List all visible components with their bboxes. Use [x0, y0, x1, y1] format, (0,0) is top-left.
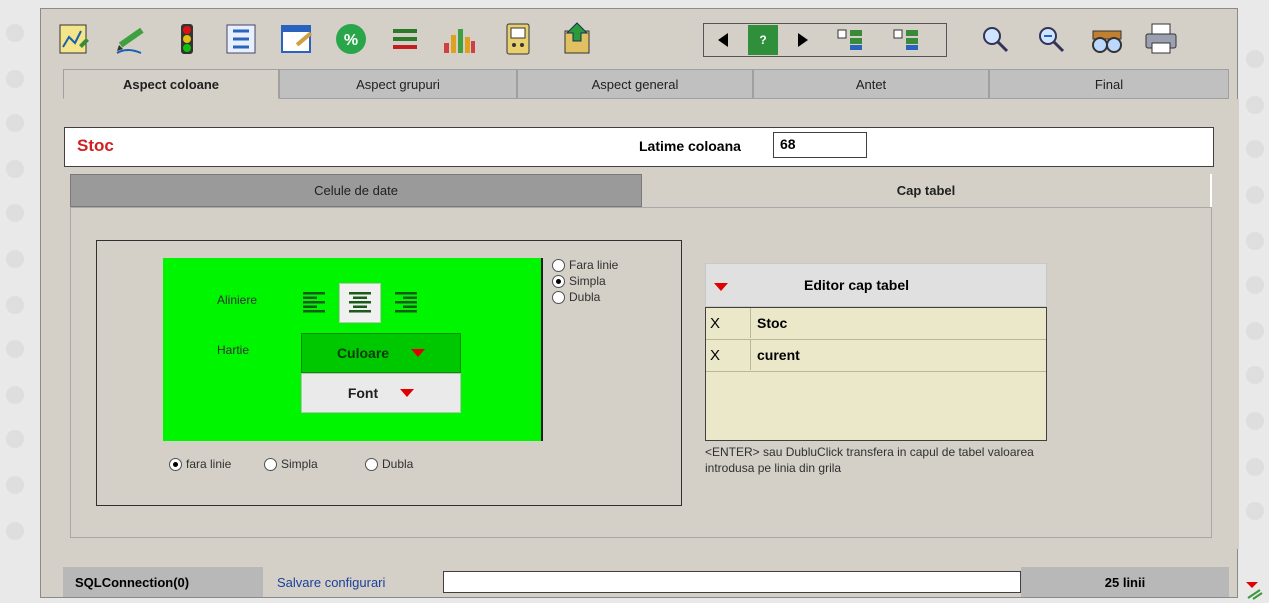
- color-dropdown[interactable]: Culoare: [301, 333, 461, 373]
- paper-label: Hartie: [217, 343, 250, 357]
- navigation-group: ?: [703, 23, 947, 57]
- next-button[interactable]: [782, 25, 822, 55]
- header-format-panel: Aliniere Hartie Culoare Font Fara linie …: [70, 207, 1212, 538]
- align-label: Aliniere: [217, 293, 258, 307]
- format-preview: Aliniere Hartie Culoare Font: [163, 258, 543, 441]
- table-row[interactable]: X curent: [706, 340, 1046, 372]
- chevron-down-icon: [411, 349, 426, 357]
- align-right-icon[interactable]: [385, 283, 427, 323]
- radio-button[interactable]: [264, 457, 277, 471]
- save-config-link[interactable]: Salvare configurari: [263, 567, 443, 597]
- search-advanced-icon[interactable]: [1031, 19, 1071, 59]
- header-editor: Editor cap tabel X Stoc X curent: [705, 263, 1047, 441]
- column-header: Stoc Latime coloana 68: [64, 127, 1214, 167]
- right-decoration: [1238, 0, 1269, 603]
- font-dropdown-label: Font: [347, 385, 379, 401]
- tab-aspect-grupuri[interactable]: Aspect grupuri: [279, 69, 517, 99]
- search-icon[interactable]: [975, 19, 1015, 59]
- tree-filter-icon[interactable]: [221, 19, 261, 59]
- align-left-icon[interactable]: [293, 283, 335, 323]
- align-center-icon[interactable]: [339, 283, 381, 323]
- percent-icon[interactable]: %: [331, 19, 371, 59]
- expand-tree-icon[interactable]: [822, 25, 878, 55]
- content-panel: Stoc Latime coloana 68 Celule de date Ca…: [63, 99, 1239, 549]
- main-window: % ? Aspect coloane Aspect grupuri Aspect…: [40, 8, 1239, 598]
- lines-icon[interactable]: [385, 19, 425, 59]
- column-width-label: Latime coloana: [639, 138, 741, 154]
- collapse-tree-icon[interactable]: [878, 25, 934, 55]
- sub-tabs: Celule de date Cap tabel: [70, 174, 1212, 207]
- status-input[interactable]: [443, 571, 1021, 593]
- report-edit-icon[interactable]: [55, 19, 95, 59]
- chevron-down-icon[interactable]: [714, 283, 728, 291]
- previous-button[interactable]: [704, 25, 744, 55]
- tab-cap-tabel[interactable]: Cap tabel: [642, 174, 1212, 207]
- delete-mark[interactable]: X: [710, 347, 720, 364]
- calendar-edit-icon[interactable]: [277, 19, 317, 59]
- chart-people-icon[interactable]: [439, 19, 479, 59]
- tab-celule-de-date[interactable]: Celule de date: [70, 174, 642, 207]
- connection-status: SQLConnection(0): [63, 567, 263, 597]
- traffic-light-icon[interactable]: [167, 19, 207, 59]
- font-dropdown[interactable]: Font: [301, 373, 461, 413]
- column-width-input[interactable]: 68: [773, 132, 867, 158]
- format-box: Aliniere Hartie Culoare Font Fara linie …: [96, 240, 682, 506]
- tab-final[interactable]: Final: [989, 69, 1229, 99]
- help-button[interactable]: ?: [748, 25, 778, 55]
- header-editor-title: Editor cap tabel: [804, 277, 910, 293]
- radio-button[interactable]: [169, 457, 182, 471]
- status-bar: SQLConnection(0) Salvare configurari 25 …: [63, 567, 1229, 597]
- svg-text:%: %: [344, 32, 358, 49]
- editor-hint: <ENTER> sau DubluClick transfera in capu…: [705, 445, 1034, 475]
- bottom-border-single[interactable]: Simpla: [264, 457, 318, 471]
- tab-aspect-general[interactable]: Aspect general: [517, 69, 753, 99]
- tab-aspect-coloane[interactable]: Aspect coloane: [63, 69, 279, 99]
- row-value[interactable]: curent: [750, 340, 800, 370]
- header-editor-title-bar: Editor cap tabel: [705, 263, 1047, 307]
- side-border-double[interactable]: Dubla: [552, 290, 600, 304]
- left-decoration: [0, 0, 40, 603]
- row-count: 25 linii: [1021, 567, 1229, 597]
- chevron-down-icon: [400, 389, 415, 397]
- side-border-none[interactable]: Fara linie: [552, 258, 618, 272]
- radio-button[interactable]: [552, 290, 565, 304]
- pen-edit-icon[interactable]: [111, 19, 151, 59]
- radio-button[interactable]: [365, 457, 378, 471]
- radio-button[interactable]: [552, 258, 565, 272]
- print-icon[interactable]: [1141, 19, 1181, 59]
- bottom-border-none[interactable]: fara linie: [169, 457, 231, 471]
- row-value[interactable]: Stoc: [750, 308, 787, 338]
- export-icon[interactable]: [557, 19, 597, 59]
- bottom-border-double[interactable]: Dubla: [365, 457, 413, 471]
- tab-antet[interactable]: Antet: [753, 69, 989, 99]
- toolbar: % ?: [41, 11, 1237, 65]
- radio-button[interactable]: [552, 274, 565, 288]
- scroll-down-icon[interactable]: [1244, 582, 1264, 603]
- main-tabs: Aspect coloane Aspect grupuri Aspect gen…: [63, 69, 1229, 99]
- table-row[interactable]: X Stoc: [706, 308, 1046, 340]
- delete-mark[interactable]: X: [710, 315, 720, 332]
- binoculars-icon[interactable]: [1087, 19, 1127, 59]
- side-border-single[interactable]: Simpla: [552, 274, 606, 288]
- printer-device-icon[interactable]: [499, 19, 539, 59]
- column-title: Stoc: [77, 136, 114, 155]
- header-editor-grid[interactable]: X Stoc X curent: [705, 307, 1047, 441]
- color-dropdown-label: Culoare: [336, 345, 390, 361]
